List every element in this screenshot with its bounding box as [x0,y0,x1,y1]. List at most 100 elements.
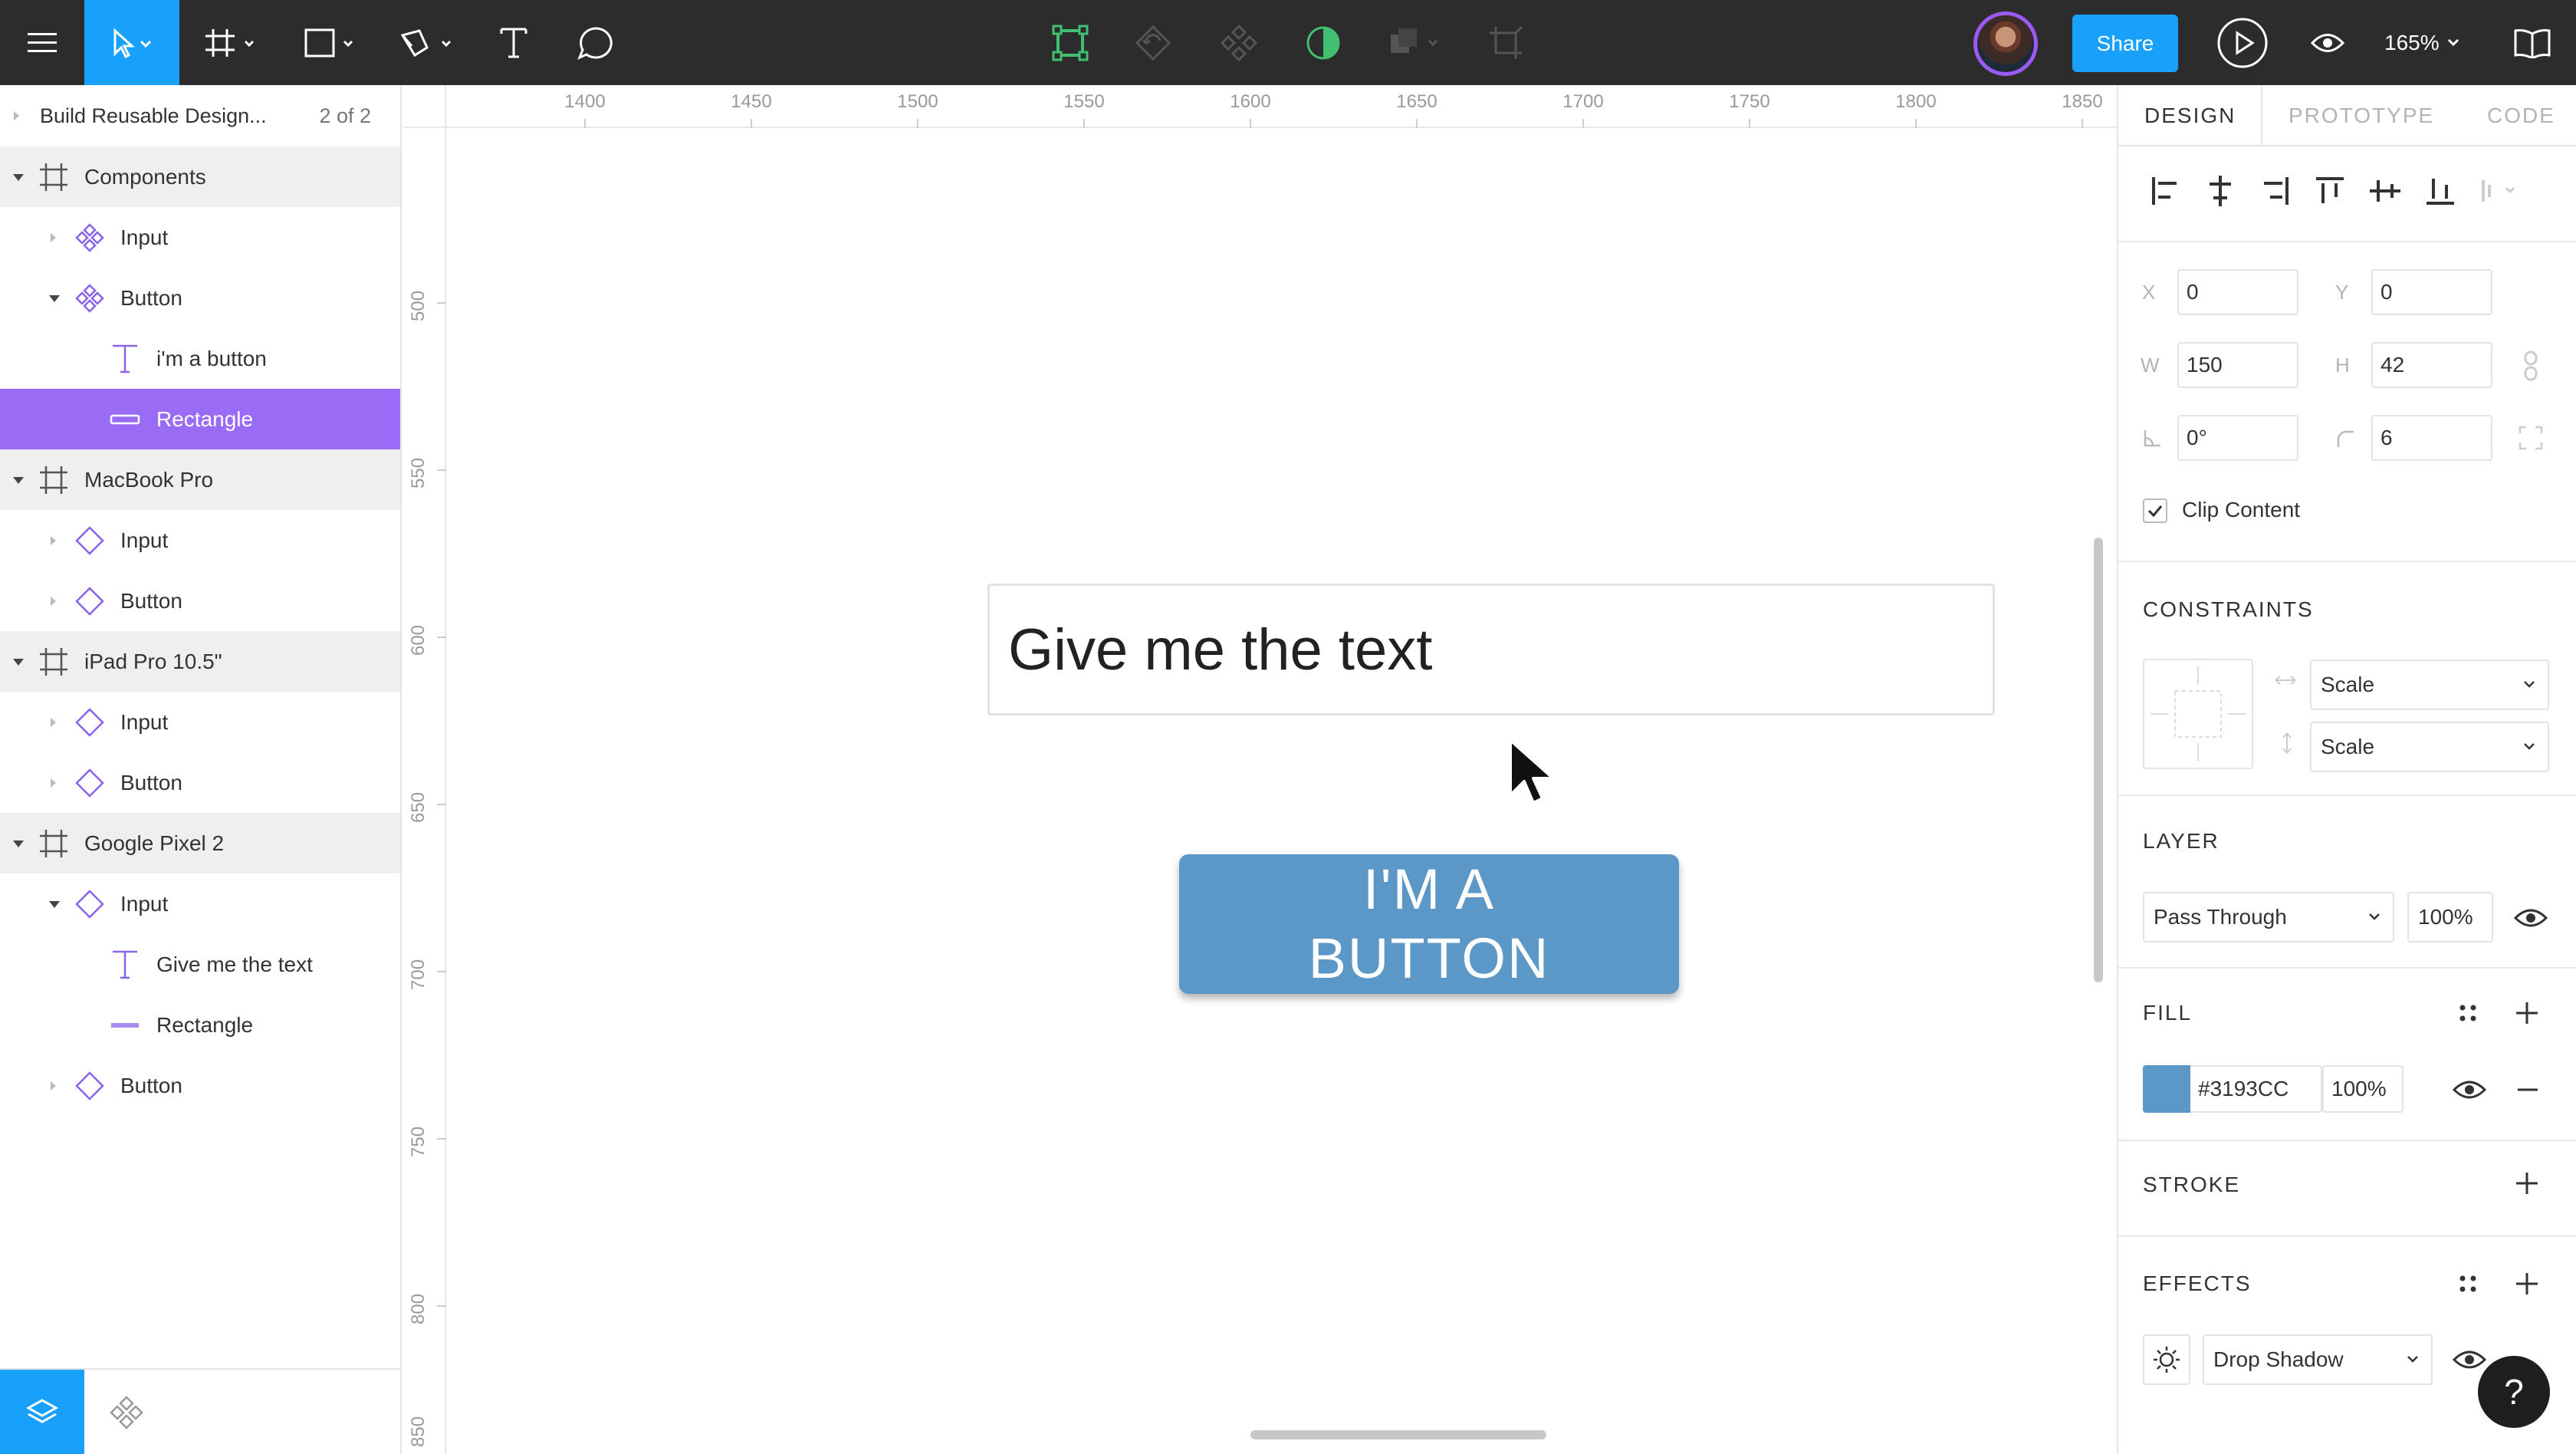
horizontal-scrollbar[interactable] [1250,1430,1546,1439]
layer-opacity-input[interactable]: 100% [2407,892,2493,942]
blend-mode-select[interactable]: Pass Through [2143,892,2394,942]
x-input[interactable]: 0 [2177,269,2298,315]
shape-tool-button[interactable] [297,0,366,85]
canvas-button-element[interactable]: I'M A BUTTON [1179,854,1679,994]
layer-frame-macbook-pro[interactable]: MacBook Pro [0,449,400,510]
align-top-icon[interactable] [2313,174,2347,208]
button-element-text: I'M A BUTTON [1308,857,1550,990]
frame-tool-button[interactable] [198,0,267,85]
mask-icon[interactable] [1300,0,1346,85]
user-avatar[interactable] [1973,12,2038,76]
align-right-icon[interactable] [2258,174,2292,208]
corner-radius-input[interactable]: 6 [2371,415,2492,461]
section-divider [2118,794,2576,796]
layers-tab-button[interactable] [0,1370,84,1454]
layer-name: Button [120,770,182,794]
layer-rectangle-selected[interactable]: Rectangle [0,389,400,449]
fill-opacity-input[interactable]: 100% [2322,1065,2404,1113]
zoom-menu[interactable]: 165% [2384,0,2463,85]
crop-icon[interactable] [1483,0,1529,85]
create-component-icon[interactable] [1216,0,1262,85]
layer-name: Give me the text [156,952,313,976]
align-center-vertical-icon[interactable] [2368,174,2402,208]
assets-tab-button[interactable] [100,1370,153,1454]
layer-rectangle[interactable]: Rectangle [0,995,400,1055]
vertical-constraint-select[interactable]: Scale [2310,722,2549,772]
layer-instance-input[interactable]: Input [0,873,400,934]
vertical-scrollbar[interactable] [2094,538,2103,982]
pen-tool-button[interactable] [394,0,463,85]
clip-content-label: Clip Content [2182,498,2301,521]
constraints-widget[interactable] [2143,659,2253,769]
clip-content-checkbox[interactable] [2143,498,2167,523]
independent-corners-icon[interactable] [2518,426,2543,450]
eye-icon[interactable] [2514,907,2548,929]
distribute-icon[interactable] [2479,174,2525,208]
layer-instance-button[interactable]: Button [0,571,400,631]
instance-icon [75,526,104,555]
comment-tool-button[interactable] [572,0,619,85]
ruler-label: 800 [408,1293,429,1324]
add-icon[interactable] [2515,1171,2539,1196]
panel-tabs: DESIGN PROTOTYPE CODE [2118,85,2576,146]
main-menu-icon[interactable] [15,0,69,85]
move-tool-button[interactable] [84,0,179,85]
instance-icon [75,768,104,798]
detach-instance-icon[interactable] [1130,0,1176,85]
align-center-horizontal-icon[interactable] [2203,174,2237,208]
eye-icon[interactable] [2453,1079,2486,1100]
section-divider [2118,241,2576,242]
canvas-input-element[interactable]: Give me the text [987,584,1995,715]
ruler-tick [437,1305,446,1307]
select-value: Drop Shadow [2213,1347,2344,1371]
horizontal-constraint-select[interactable]: Scale [2310,660,2549,710]
layer-component-button[interactable]: Button [0,268,400,328]
share-button[interactable]: Share [2072,15,2178,72]
align-left-icon[interactable] [2149,174,2183,208]
layer-frame-google-pixel-2[interactable]: Google Pixel 2 [0,813,400,873]
eye-icon[interactable] [2453,1349,2486,1370]
layer-instance-button[interactable]: Button [0,1055,400,1116]
design-canvas[interactable]: 1400 1450 1500 1550 1600 1650 1700 1750 … [403,85,2117,1454]
tab-code[interactable]: CODE [2487,85,2555,146]
constrain-proportions-icon[interactable] [2522,350,2539,381]
layer-text-im-a-button[interactable]: i'm a button [0,328,400,389]
layer-text-give-me-the-text[interactable]: Give me the text [0,934,400,995]
view-mode-button[interactable] [2309,0,2346,85]
vertical-constraint-icon [2282,732,2292,754]
page-selector[interactable]: Build Reusable Design... 2 of 2 [0,85,400,146]
effect-type-select[interactable]: Drop Shadow [2203,1334,2433,1385]
component-frame-icon[interactable] [1047,0,1093,85]
align-bottom-icon[interactable] [2423,174,2457,208]
help-button[interactable]: ? [2478,1356,2550,1428]
layer-name: Button [120,285,182,310]
boolean-group-icon[interactable] [1385,0,1446,85]
input-element-text: Give me the text [1008,617,1433,683]
layer-instance-button[interactable]: Button [0,752,400,813]
library-button[interactable] [2512,0,2553,85]
layer-instance-input[interactable]: Input [0,692,400,752]
width-input[interactable]: 150 [2177,342,2298,388]
rectangle-icon [110,414,140,425]
layer-frame-ipad-pro[interactable]: iPad Pro 10.5" [0,631,400,692]
tab-prototype[interactable]: PROTOTYPE [2288,85,2434,146]
fill-color-swatch[interactable] [2143,1065,2190,1113]
y-input[interactable]: 0 [2371,269,2492,315]
add-icon[interactable] [2515,1001,2539,1025]
tab-design[interactable]: DESIGN [2144,85,2236,146]
present-button[interactable] [2214,0,2271,85]
rotation-input[interactable]: 0° [2177,415,2298,461]
layer-component-input[interactable]: Input [0,207,400,268]
style-grid-icon[interactable] [2457,1273,2479,1294]
layer-instance-input[interactable]: Input [0,510,400,571]
ruler-label: 700 [408,959,429,990]
height-input[interactable]: 42 [2371,342,2492,388]
style-grid-icon[interactable] [2457,1002,2479,1024]
effect-settings-button[interactable] [2143,1334,2190,1385]
layer-name: Input [120,709,169,734]
remove-icon[interactable] [2516,1082,2539,1097]
text-tool-button[interactable] [491,0,537,85]
layer-frame-components[interactable]: Components [0,146,400,207]
fill-hex-input[interactable]: #3193CC [2190,1065,2322,1113]
add-icon[interactable] [2515,1271,2539,1296]
